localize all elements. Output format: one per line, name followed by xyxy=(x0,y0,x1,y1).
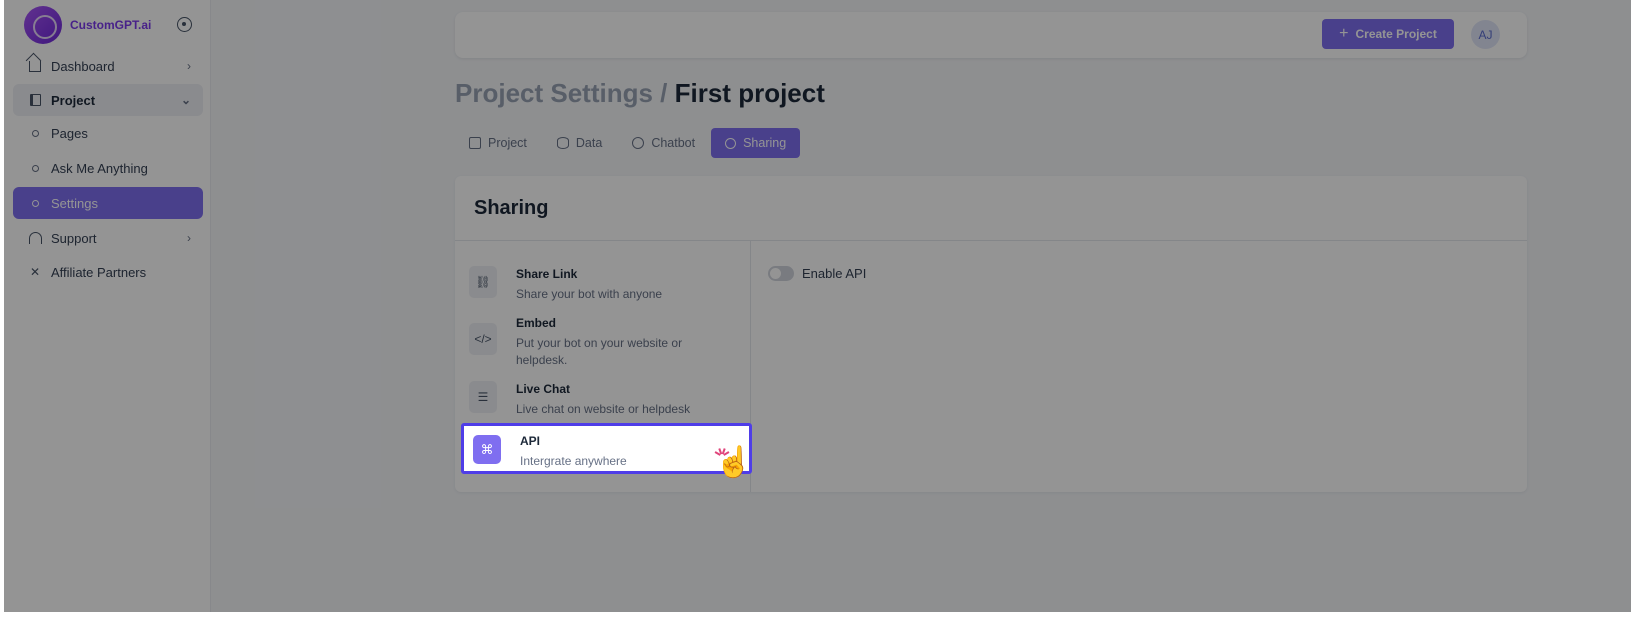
option-subtitle: Put your bot on your website or helpdesk… xyxy=(516,336,683,367)
sidebar-item-project[interactable]: Project ⌄ xyxy=(13,84,203,116)
sidebar-item-pages[interactable]: Pages xyxy=(13,117,203,149)
divider xyxy=(455,240,1527,241)
link-icon: ⛓ xyxy=(469,266,497,298)
tab-project[interactable]: Project xyxy=(455,128,541,158)
share-option-share-link[interactable]: ⛓ Share Link Share your bot with anyone xyxy=(469,266,749,303)
chevron-right-icon: › xyxy=(187,59,191,73)
top-bar: + Create Project AJ xyxy=(455,12,1527,58)
tab-label: Project xyxy=(488,136,527,150)
chat-bubble-icon xyxy=(632,137,645,149)
sidebar-item-label: Affiliate Partners xyxy=(51,264,147,280)
tab-label: Sharing xyxy=(743,136,787,150)
sidebar-item-affiliate-partners[interactable]: ✕ Affiliate Partners xyxy=(13,256,203,288)
sidebar: CustomGPT.ai Dashboard › Project ⌄ Pages… xyxy=(4,0,211,612)
create-project-button[interactable]: + Create Project xyxy=(1322,19,1454,49)
option-title: Share Link xyxy=(516,267,578,281)
share-icon xyxy=(725,137,737,149)
sidebar-item-ask-me-anything[interactable]: Ask Me Anything xyxy=(13,152,203,184)
bullet-icon xyxy=(28,126,42,140)
share-option-live-chat[interactable]: ☰ Live Chat Live chat on website or help… xyxy=(469,381,749,418)
database-icon xyxy=(556,137,569,149)
app-frame: CustomGPT.ai Dashboard › Project ⌄ Pages… xyxy=(4,0,1631,612)
clipboard-icon xyxy=(469,137,481,149)
create-project-label: Create Project xyxy=(1355,27,1437,41)
avatar[interactable]: AJ xyxy=(1471,20,1500,49)
headset-icon xyxy=(28,231,42,245)
sidebar-item-support[interactable]: Support › xyxy=(13,222,203,254)
tab-chatbot[interactable]: Chatbot xyxy=(618,128,709,158)
option-subtitle: Live chat on website or helpdesk xyxy=(516,402,691,416)
page-title: Project Settings / First project xyxy=(455,78,825,109)
sidebar-item-label: Ask Me Anything xyxy=(51,160,148,176)
brand-name: CustomGPT.ai xyxy=(70,18,152,32)
plus-icon: + xyxy=(1339,25,1349,42)
enable-api-label: Enable API xyxy=(802,266,867,281)
network-icon: ✕ xyxy=(29,265,41,279)
enable-api-row: Enable API xyxy=(768,266,866,281)
option-subtitle: Share your bot with anyone xyxy=(516,287,663,301)
sidebar-item-label: Dashboard xyxy=(51,58,115,74)
breadcrumb-current: First project xyxy=(674,78,825,108)
option-title: Embed xyxy=(516,316,557,330)
tab-label: Chatbot xyxy=(651,136,696,150)
sidebar-item-settings[interactable]: Settings xyxy=(13,187,203,219)
sidebar-item-label: Settings xyxy=(51,195,98,211)
sidebar-toggle-icon[interactable] xyxy=(177,17,192,32)
bullet-icon xyxy=(28,161,42,175)
option-subtitle: Intergrate anywhere xyxy=(520,454,627,468)
card-title: Sharing xyxy=(474,197,549,219)
tab-label: Data xyxy=(575,136,603,150)
code-icon: </> xyxy=(469,323,497,355)
settings-tabs: Project Data Chatbot Sharing xyxy=(455,128,802,158)
chevron-right-icon: › xyxy=(187,231,191,245)
home-icon xyxy=(28,59,42,73)
book-icon xyxy=(28,93,42,107)
brain-logo-icon xyxy=(24,6,62,44)
sidebar-item-label: Project xyxy=(51,92,96,108)
option-title: API xyxy=(520,434,541,448)
chevron-down-icon: ⌄ xyxy=(180,93,191,107)
hand-pointer-icon: ☝ xyxy=(715,446,753,479)
bullet-icon xyxy=(28,196,42,210)
option-title: Live Chat xyxy=(516,382,571,396)
tab-sharing[interactable]: Sharing xyxy=(711,128,801,158)
highlighted-api-option[interactable]: ⌘ API Intergrate anywhere xyxy=(461,423,752,474)
tab-data[interactable]: Data xyxy=(543,128,616,158)
chat-icon: ☰ xyxy=(469,381,497,413)
enable-api-toggle[interactable] xyxy=(768,266,794,281)
share-option-embed[interactable]: </> Embed Put your bot on your website o… xyxy=(469,315,749,369)
sidebar-item-label: Pages xyxy=(51,125,88,141)
sidebar-item-label: Support xyxy=(51,230,97,246)
sidebar-item-dashboard[interactable]: Dashboard › xyxy=(13,50,203,82)
breadcrumb-parent[interactable]: Project Settings / xyxy=(455,78,667,108)
api-icon: ⌘ xyxy=(473,435,501,464)
